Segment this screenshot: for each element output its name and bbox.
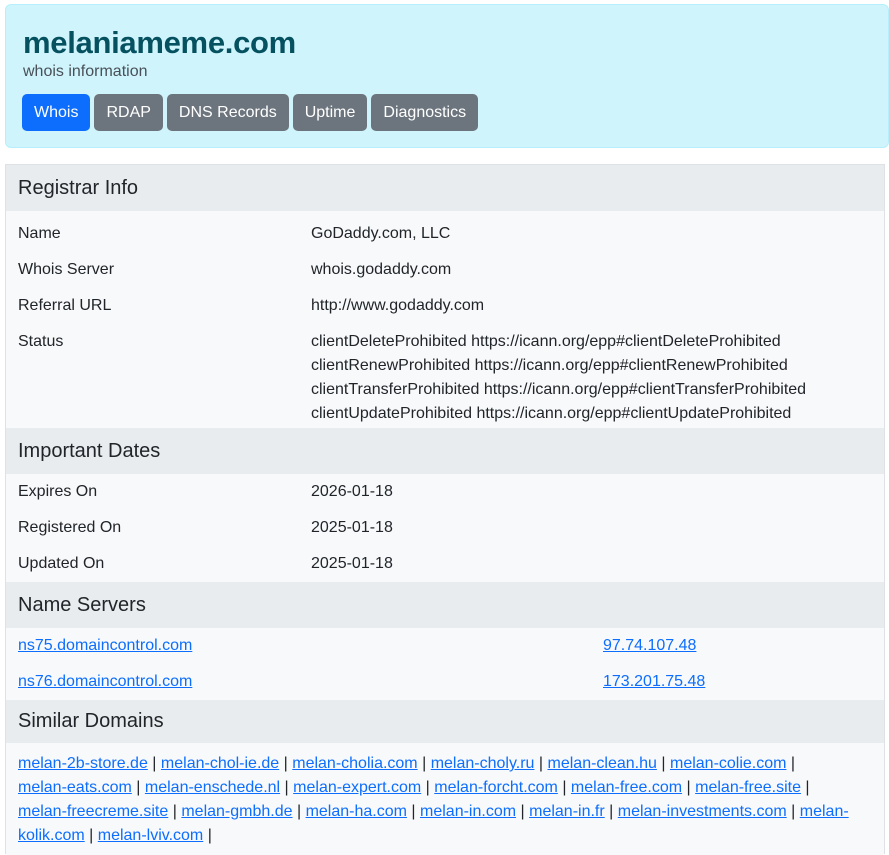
header-panel: melaniameme.com whois information Whois … bbox=[5, 4, 889, 148]
name-label: Name bbox=[18, 225, 61, 242]
similar-domain-link[interactable]: melan-clean.hu bbox=[548, 755, 657, 772]
similar-heading: Similar Domains bbox=[6, 700, 884, 743]
tab-diagnostics[interactable]: Diagnostics bbox=[371, 94, 479, 131]
updated-label: Updated On bbox=[18, 555, 105, 572]
dates-rows: Expires On 2026-01-18 Registered On 2025… bbox=[6, 474, 884, 582]
registered-value: 2025-01-18 bbox=[311, 519, 393, 536]
name-value: GoDaddy.com, LLC bbox=[311, 225, 451, 242]
updated-value: 2025-01-18 bbox=[311, 555, 393, 572]
similar-line: melan-2b-store.de | melan-chol-ie.de | m… bbox=[18, 755, 796, 772]
nameserver-ip-link[interactable]: 97.74.107.48 bbox=[603, 634, 696, 658]
nameserver-link[interactable]: ns76.domaincontrol.com bbox=[18, 670, 192, 694]
similar-domain-link[interactable]: melan-freecreme.site bbox=[18, 803, 168, 820]
expires-label: Expires On bbox=[18, 483, 98, 500]
similar-domain-link[interactable]: melan-in.fr bbox=[529, 803, 605, 820]
similar-domains-list: melan-2b-store.de | melan-chol-ie.de | m… bbox=[6, 743, 884, 855]
registrar-heading: Registrar Info bbox=[6, 165, 884, 211]
expires-value: 2026-01-18 bbox=[311, 483, 393, 500]
similar-domain-link[interactable]: melan-2b-store.de bbox=[18, 755, 148, 772]
nameserver-rows: ns75.domaincontrol.com 97.74.107.48 ns76… bbox=[6, 628, 884, 700]
tab-uptime[interactable]: Uptime bbox=[292, 94, 368, 131]
similar-domain-link[interactable]: melan-enschede.nl bbox=[145, 779, 280, 796]
registrar-rows: Name GoDaddy.com, LLC Whois Server whois… bbox=[6, 211, 884, 428]
similar-domain-link[interactable]: melan-eats.com bbox=[18, 779, 132, 796]
similar-line: melan-freecreme.site | melan-gmbh.de | m… bbox=[18, 803, 849, 820]
referral-url-label: Referral URL bbox=[18, 297, 112, 314]
page-subtitle: whois information bbox=[23, 63, 148, 80]
status-line: clientTransferProhibited https://icann.o… bbox=[311, 381, 807, 398]
similar-domain-link[interactable]: kolik.com bbox=[18, 827, 85, 844]
similar-domain-link[interactable]: melan-in.com bbox=[420, 803, 516, 820]
similar-domain-link[interactable]: melan-cholia.com bbox=[292, 755, 417, 772]
similar-domain-link[interactable]: melan-free.site bbox=[695, 779, 801, 796]
similar-domain-link[interactable]: melan-expert.com bbox=[293, 779, 421, 796]
dates-heading: Important Dates bbox=[6, 428, 884, 474]
similar-domain-link[interactable]: melan-lviv.com bbox=[98, 827, 204, 844]
similar-domain-link[interactable]: melan- bbox=[800, 803, 849, 820]
status-line: clientRenewProhibited https://icann.org/… bbox=[311, 357, 788, 374]
tab-whois[interactable]: Whois bbox=[22, 94, 91, 131]
similar-line: kolik.com | melan-lviv.com | bbox=[18, 827, 212, 844]
similar-domain-link[interactable]: melan-choly.ru bbox=[431, 755, 535, 772]
similar-domain-link[interactable]: melan-chol-ie.de bbox=[161, 755, 279, 772]
status-line: clientUpdateProhibited https://icann.org… bbox=[311, 405, 792, 422]
nameservers-heading: Name Servers bbox=[6, 582, 884, 628]
similar-domain-link[interactable]: melan-investments.com bbox=[618, 803, 787, 820]
status-line: clientDeleteProhibited https://icann.org… bbox=[311, 333, 781, 350]
domain-title: melaniameme.com bbox=[23, 25, 296, 60]
nameserver-ip-link[interactable]: 173.201.75.48 bbox=[603, 670, 705, 694]
tab-rdap[interactable]: RDAP bbox=[94, 94, 163, 131]
similar-domain-link[interactable]: melan-free.com bbox=[571, 779, 682, 796]
nameserver-link[interactable]: ns75.domaincontrol.com bbox=[18, 634, 192, 658]
similar-domain-link[interactable]: melan-gmbh.de bbox=[181, 803, 292, 820]
whois-server-value: whois.godaddy.com bbox=[311, 261, 452, 278]
tab-bar: Whois RDAP DNS Records Uptime Diagnostic… bbox=[22, 94, 482, 131]
registered-label: Registered On bbox=[18, 519, 122, 536]
similar-line: melan-eats.com | melan-enschede.nl | mel… bbox=[18, 779, 810, 796]
status-label: Status bbox=[18, 333, 64, 350]
referral-url-value: http://www.godaddy.com bbox=[311, 297, 485, 314]
similar-domain-link[interactable]: melan-forcht.com bbox=[434, 779, 558, 796]
similar-domain-link[interactable]: melan-ha.com bbox=[306, 803, 407, 820]
whois-table: Registrar Info Name GoDaddy.com, LLC Who… bbox=[5, 164, 885, 855]
similar-domain-link[interactable]: melan-colie.com bbox=[670, 755, 786, 772]
tab-dns-records[interactable]: DNS Records bbox=[166, 94, 289, 131]
whois-server-label: Whois Server bbox=[18, 261, 115, 278]
